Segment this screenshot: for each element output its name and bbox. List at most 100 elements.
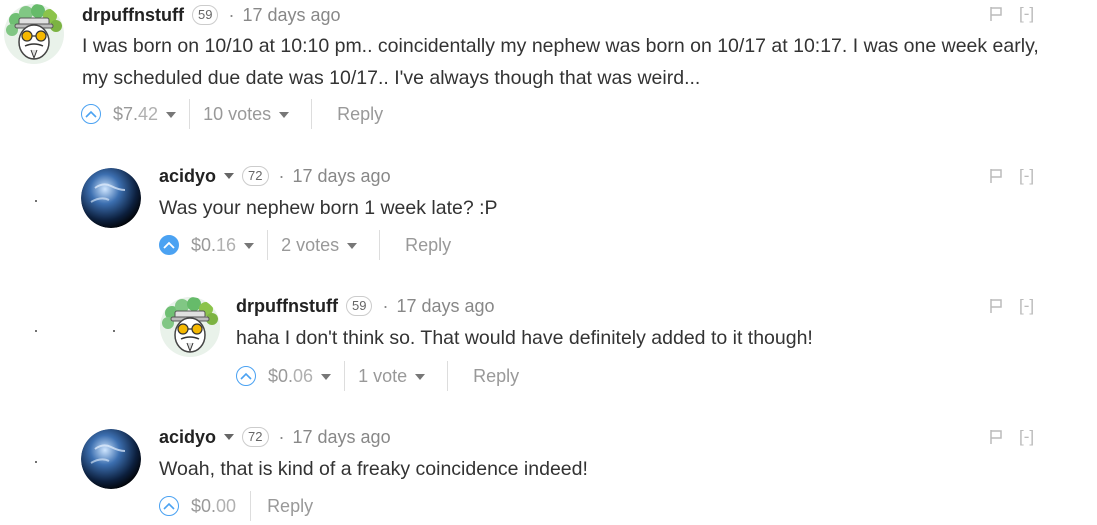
- payout-value[interactable]: $0.06: [268, 365, 332, 387]
- payout-cents: 42: [138, 103, 159, 124]
- votes-count[interactable]: 2 votes: [281, 234, 358, 256]
- comment-header: drpuffnstuff 59 · 17 days ago: [82, 2, 341, 28]
- upvote-button[interactable]: [159, 496, 179, 516]
- author-name[interactable]: acidyo: [159, 166, 216, 187]
- chevron-down-icon[interactable]: [224, 173, 235, 179]
- payout-cents: 06: [293, 365, 314, 386]
- comment-footer: $0.16 2 votes Reply: [159, 228, 451, 262]
- earth-avatar-icon: [81, 429, 141, 489]
- payout-main: $0.: [191, 495, 217, 516]
- timestamp[interactable]: 17 days ago: [293, 427, 391, 448]
- masked-guy-avatar-icon: [160, 297, 220, 357]
- avatar[interactable]: [81, 168, 141, 228]
- flag-icon[interactable]: [989, 168, 1003, 184]
- thread-dot: [35, 461, 37, 463]
- payout-cents: 00: [216, 495, 237, 516]
- reputation-badge: 72: [242, 166, 269, 186]
- reply-link[interactable]: Reply: [473, 366, 519, 387]
- chevron-up-icon: [85, 110, 97, 118]
- upvote-button[interactable]: [159, 235, 179, 255]
- payout-value[interactable]: $0.00: [191, 496, 236, 517]
- comment-body: Woah, that is kind of a freaky coinciden…: [159, 453, 588, 485]
- comment-footer: $7.42 10 votes Reply: [81, 97, 383, 131]
- comment-body: Was your nephew born 1 week late? :P: [159, 192, 498, 224]
- flag-icon[interactable]: [989, 429, 1003, 445]
- collapse-button[interactable]: [-]: [1019, 296, 1034, 316]
- timestamp[interactable]: 17 days ago: [396, 296, 494, 317]
- flag-icon[interactable]: [989, 298, 1003, 314]
- comment-footer: $0.06 1 vote Reply: [236, 359, 519, 393]
- thread-dot: [35, 330, 37, 332]
- reply-link[interactable]: Reply: [267, 496, 313, 517]
- comment-controls: [-]: [989, 296, 1034, 316]
- chevron-down-icon[interactable]: [279, 111, 290, 118]
- chevron-down-icon[interactable]: [166, 111, 177, 118]
- reply-link[interactable]: Reply: [405, 235, 451, 256]
- comment-footer: $0.00 Reply: [159, 489, 313, 523]
- divider: [250, 491, 252, 521]
- votes-count[interactable]: 1 vote: [358, 365, 426, 387]
- author-name[interactable]: acidyo: [159, 427, 216, 448]
- earth-avatar-icon: [81, 168, 141, 228]
- author-name[interactable]: drpuffnstuff: [82, 5, 184, 26]
- separator-dot: ·: [278, 426, 285, 447]
- reply-link[interactable]: Reply: [337, 104, 383, 125]
- separator-dot: ·: [228, 4, 235, 25]
- chevron-down-icon[interactable]: [321, 373, 332, 380]
- divider: [189, 99, 191, 129]
- chevron-up-icon: [163, 502, 175, 510]
- thread-dot: [113, 330, 115, 332]
- divider: [267, 230, 269, 260]
- avatar[interactable]: [160, 297, 220, 357]
- upvote-button[interactable]: [236, 366, 256, 386]
- flag-icon[interactable]: [989, 6, 1003, 22]
- votes-label: 10 votes: [203, 103, 272, 124]
- upvote-button[interactable]: [81, 104, 101, 124]
- chevron-down-icon[interactable]: [415, 373, 426, 380]
- divider: [344, 361, 346, 391]
- comment-body: haha I don't think so. That would have d…: [236, 322, 813, 354]
- comment-controls: [-]: [989, 427, 1034, 447]
- comment-text-line: my scheduled due date was 10/17.. I've a…: [82, 67, 701, 89]
- author-name[interactable]: drpuffnstuff: [236, 296, 338, 317]
- reputation-badge: 59: [191, 5, 219, 25]
- comment-body: I was born on 10/10 at 10:10 pm.. coinci…: [82, 30, 1039, 94]
- payout-main: $7.: [113, 103, 139, 124]
- separator-dot: ·: [382, 295, 389, 316]
- comment-header: drpuffnstuff 59 · 17 days ago: [236, 293, 495, 319]
- chevron-down-icon[interactable]: [347, 242, 358, 249]
- divider: [311, 99, 313, 129]
- collapse-button[interactable]: [-]: [1019, 166, 1034, 186]
- chevron-up-icon: [240, 372, 252, 380]
- collapse-button[interactable]: [-]: [1019, 427, 1034, 447]
- divider: [379, 230, 381, 260]
- comment-controls: [-]: [989, 166, 1034, 186]
- timestamp[interactable]: 17 days ago: [242, 5, 340, 26]
- comment-text-line: Woah, that is kind of a freaky coinciden…: [159, 458, 588, 480]
- payout-value[interactable]: $0.16: [191, 234, 255, 256]
- comment-text-line: I was born on 10/10 at 10:10 pm.. coinci…: [82, 35, 1039, 57]
- comment-text-line: haha I don't think so. That would have d…: [236, 327, 813, 349]
- chevron-down-icon[interactable]: [244, 242, 255, 249]
- comment-header: acidyo 72 · 17 days ago: [159, 163, 391, 189]
- collapse-button[interactable]: [-]: [1019, 4, 1034, 24]
- chevron-up-icon: [163, 241, 175, 249]
- payout-main: $0.: [191, 234, 217, 255]
- chevron-down-icon[interactable]: [224, 434, 235, 440]
- avatar[interactable]: [4, 4, 64, 64]
- separator-dot: ·: [278, 165, 285, 186]
- payout-cents: 16: [216, 234, 237, 255]
- comment-header: acidyo 72 · 17 days ago: [159, 424, 391, 450]
- payout-main: $0.: [268, 365, 294, 386]
- comment-text-line: Was your nephew born 1 week late? :P: [159, 197, 498, 219]
- votes-label: 2 votes: [281, 234, 340, 255]
- timestamp[interactable]: 17 days ago: [293, 166, 391, 187]
- reputation-badge: 59: [345, 296, 373, 316]
- votes-label: 1 vote: [358, 365, 408, 386]
- payout-value[interactable]: $7.42: [113, 103, 177, 125]
- masked-guy-avatar-icon: [4, 4, 64, 64]
- votes-count[interactable]: 10 votes: [203, 103, 290, 125]
- avatar[interactable]: [81, 429, 141, 489]
- reputation-badge: 72: [242, 427, 269, 447]
- comment-controls: [-]: [989, 4, 1034, 24]
